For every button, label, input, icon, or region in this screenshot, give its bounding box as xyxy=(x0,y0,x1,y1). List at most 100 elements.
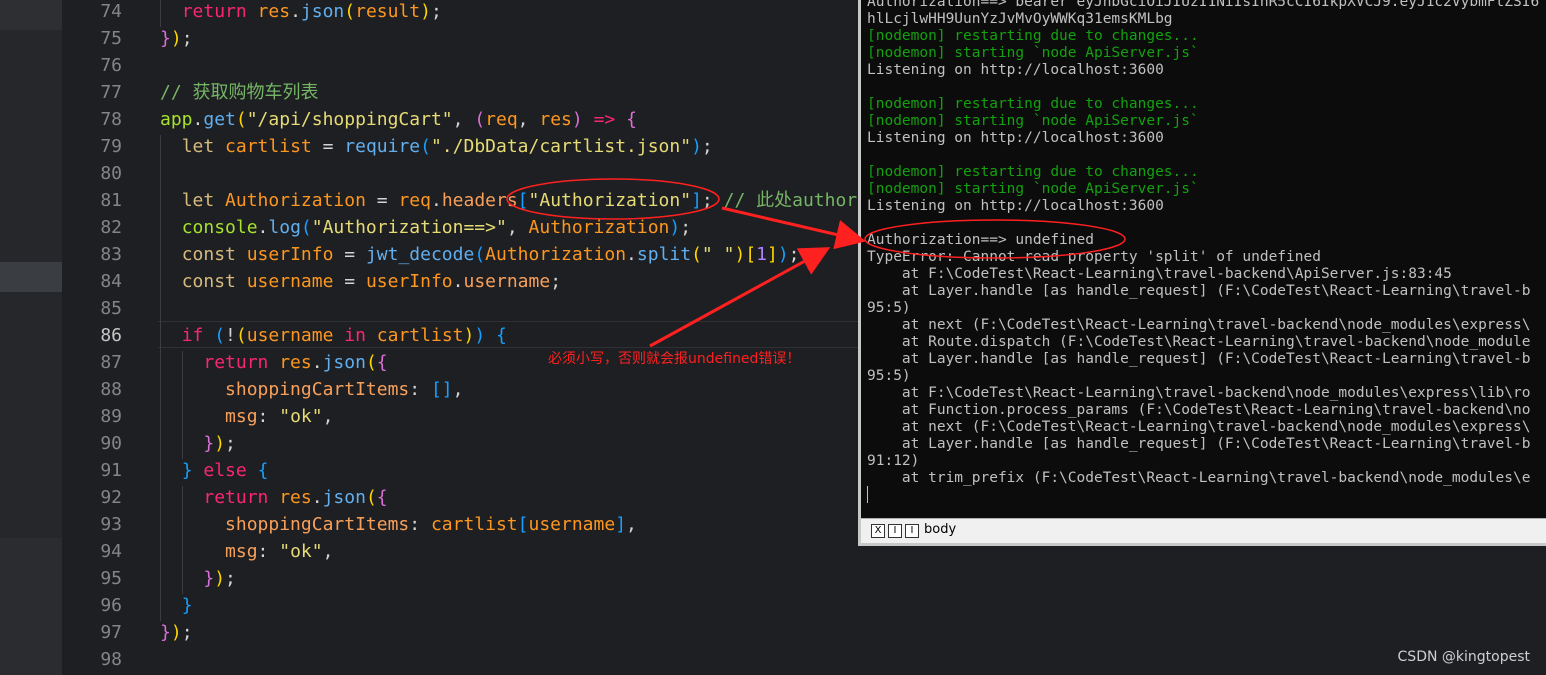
code-line[interactable]: app.get("/api/shoppingCart", (req, res) … xyxy=(160,106,637,133)
code-token: ] xyxy=(691,190,702,211)
code-token: cartlist xyxy=(376,325,464,346)
pause-icon[interactable]: I xyxy=(888,524,902,538)
console-line: 91:12) xyxy=(867,453,920,469)
code-line[interactable]: const username = userInfo.username; xyxy=(160,268,561,295)
watermark: CSDN @kingtopest xyxy=(1397,649,1530,665)
line-number: 74 xyxy=(100,1,122,22)
console-output: Authorization==> bearer eyJhbGciOiJIUzI1… xyxy=(867,0,1546,516)
line-number: 78 xyxy=(100,109,122,130)
code-token: res xyxy=(279,352,312,373)
code-token: } xyxy=(203,433,215,454)
code-token: { xyxy=(626,109,637,130)
code-line[interactable]: return res.json(result); xyxy=(160,0,442,25)
line-number: 90 xyxy=(100,433,122,454)
line-number: 83 xyxy=(100,244,122,265)
side-strip-selected-row[interactable] xyxy=(0,262,62,292)
code-token: app xyxy=(160,109,193,130)
line-number: 95 xyxy=(100,568,122,589)
code-token: split xyxy=(636,244,692,265)
console-window[interactable]: Authorization==> bearer eyJhbGciOiJIUzI1… xyxy=(858,0,1546,546)
code-token: res xyxy=(257,1,291,22)
code-token: msg xyxy=(225,541,258,562)
code-token: [ xyxy=(517,190,529,211)
code-line[interactable]: }); xyxy=(160,430,236,457)
code-line[interactable]: shoppingCartItems: cartlist[username], xyxy=(160,511,637,538)
code-token: , xyxy=(452,109,475,130)
code-token: , xyxy=(452,379,464,400)
code-token: res xyxy=(279,487,312,508)
code-token: } xyxy=(181,460,193,481)
code-token: json xyxy=(322,487,366,508)
code-token: : xyxy=(257,541,280,562)
code-line[interactable]: const userInfo = jwt_decode(Authorizatio… xyxy=(160,241,800,268)
code-line[interactable]: let Authorization = req.headers["Authori… xyxy=(160,187,857,214)
code-line[interactable]: // 获取购物车列表 xyxy=(160,79,319,106)
pause-icon[interactable]: I xyxy=(905,524,919,538)
code-token: . xyxy=(257,217,269,238)
code-token: return xyxy=(181,1,258,22)
code-token: { xyxy=(376,352,388,373)
code-line[interactable]: } else { xyxy=(160,457,269,484)
code-token: username xyxy=(246,325,334,346)
code-line[interactable]: if (!(username in cartlist)) { xyxy=(160,322,507,349)
close-icon[interactable]: X xyxy=(871,524,885,538)
code-token: ( xyxy=(300,217,312,238)
line-number: 98 xyxy=(100,649,122,670)
annotation-label: 必须小写，否则就会报undefined错误！ xyxy=(548,351,801,367)
line-number: 97 xyxy=(100,622,122,643)
code-line[interactable]: }); xyxy=(160,565,236,592)
console-line: at F:\CodeTest\React-Learning\travel-bac… xyxy=(867,266,1452,282)
code-line[interactable]: shoppingCartItems: [], xyxy=(160,376,463,403)
code-line[interactable]: return res.json({ xyxy=(160,349,388,376)
code-token: shoppingCartItems xyxy=(225,514,410,535)
code-token: = xyxy=(333,244,366,265)
code-token: userInfo xyxy=(246,244,334,265)
code-token: ( xyxy=(344,1,356,22)
activity-bar xyxy=(0,0,62,675)
code-token: jwt_decode xyxy=(365,244,475,265)
code-token: , xyxy=(626,514,637,535)
code-token: ) xyxy=(214,433,226,454)
code-line[interactable]: } xyxy=(160,592,193,619)
code-token: , xyxy=(322,541,334,562)
code-token: json xyxy=(322,352,366,373)
code-token: " " xyxy=(701,244,735,265)
code-token: } xyxy=(203,568,215,589)
code-editor[interactable]: 74 75 76 77 78 79 80 81 82 83 84 85 86 87 88 89 90 91 92 93… xyxy=(62,0,862,675)
code-token: ) xyxy=(420,1,431,22)
code-line[interactable]: let cartlist = require("./DbData/cartlis… xyxy=(160,133,713,160)
code-token: 1 xyxy=(756,244,767,265)
code-token: req xyxy=(485,109,518,130)
line-number: 94 xyxy=(100,541,122,562)
code-line[interactable]: }); xyxy=(160,25,193,52)
code-token: cartlist xyxy=(430,514,518,535)
code-token: ! xyxy=(225,325,236,346)
line-number: 96 xyxy=(100,595,122,616)
line-number: 77 xyxy=(100,82,122,103)
code-line[interactable]: }); xyxy=(160,619,193,646)
code-line[interactable]: msg: "ok", xyxy=(160,403,333,430)
code-token: ; xyxy=(430,1,442,22)
code-token: const xyxy=(181,271,247,292)
code-token: { xyxy=(257,460,269,481)
console-line: 95:5) xyxy=(867,368,911,384)
code-line[interactable]: console.log("Authorization==>", Authoriz… xyxy=(160,214,691,241)
line-number: 79 xyxy=(100,136,122,157)
code-line[interactable]: msg: "ok", xyxy=(160,538,333,565)
code-token: ( xyxy=(365,487,377,508)
code-token: ] xyxy=(615,514,627,535)
code-token: : xyxy=(257,406,280,427)
code-token: log xyxy=(268,217,301,238)
console-line: at Layer.handle [as handle_request] (F:\… xyxy=(867,436,1531,452)
code-token: ( xyxy=(365,352,377,373)
code-token: [ xyxy=(517,514,529,535)
code-token: ) xyxy=(777,244,789,265)
code-line[interactable]: return res.json({ xyxy=(160,484,387,511)
